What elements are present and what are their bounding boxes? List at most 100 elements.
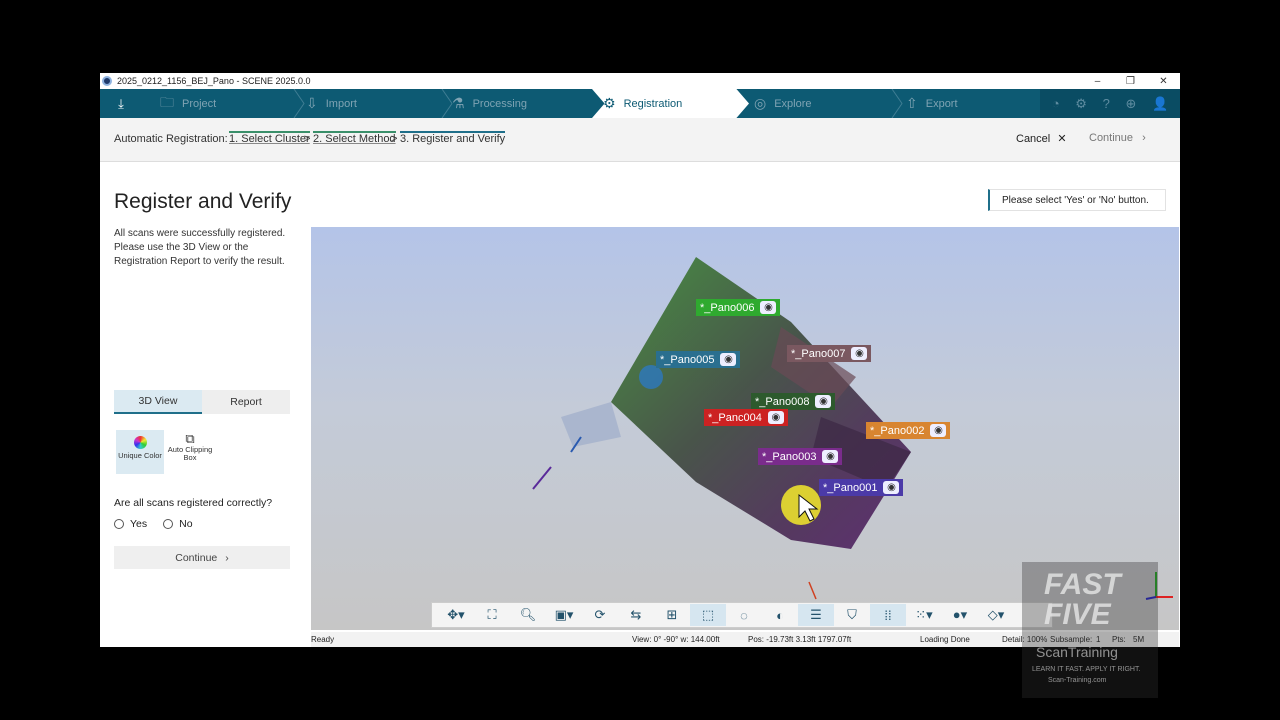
tab-3d-view[interactable]: 3D View (114, 390, 202, 414)
breadcrumb-separator: > (391, 133, 398, 145)
breadcrumb-lead: Automatic Registration: (114, 133, 228, 145)
layers-icon[interactable]: ☰ (798, 604, 834, 626)
chevron-right-icon: › (225, 551, 229, 564)
scan-label-pano008[interactable]: *_Pano008 ◉ (751, 393, 836, 410)
network-icon[interactable]: ⊕ (1125, 96, 1136, 112)
clipping-box-icon: ⧉ (185, 431, 195, 446)
breadcrumb-select-method[interactable]: 2. Select Method (313, 131, 396, 145)
watermark-tagline: LEARN IT FAST. APPLY IT RIGHT. (1032, 666, 1141, 673)
minimize-button[interactable]: – (1081, 73, 1114, 89)
scan-label-panc004[interactable]: *_Panc004 ◉ (704, 409, 788, 426)
tab-explore[interactable]: ◎ Explore (754, 89, 812, 118)
auto-clipping-box-button[interactable]: ⧉ Auto Clipping Box (166, 430, 214, 474)
yes-radio[interactable] (114, 519, 124, 529)
unique-color-button[interactable]: Unique Color (116, 430, 164, 474)
status-ready: Ready (311, 635, 335, 644)
close-window-button[interactable]: ✕ (1147, 73, 1180, 89)
scan-label-pano006[interactable]: *_Pano006 ◉ (696, 299, 781, 316)
measure-icon[interactable]: ⊞ (654, 604, 690, 626)
progress-icon[interactable]: ◔ (1052, 96, 1060, 111)
status-position: Pos: -19.73ft 3.13ft 1797.07ft (748, 635, 852, 644)
gear-icon[interactable]: ⚙ (1075, 96, 1087, 112)
left-panel: Register and Verify All scans were succe… (100, 162, 310, 647)
move-icon[interactable]: ⇆ (618, 604, 654, 626)
eye-icon[interactable]: ◉ (760, 301, 777, 314)
step-separator (293, 89, 305, 118)
window-title: 2025_0212_1156_BEJ_Pano - SCENE 2025.0.0 (117, 76, 311, 86)
user-icon[interactable]: 👤 (1152, 96, 1168, 112)
scene-app-window: 2025_0212_1156_BEJ_Pano - SCENE 2025.0.0… (100, 73, 1180, 647)
scan-label-pano002[interactable]: *_Pano002 ◉ (866, 422, 951, 439)
rotate-icon[interactable]: ⟳ (582, 604, 618, 626)
registration-icon: ⚙ (603, 95, 616, 111)
split-view-icon[interactable]: ◐ (762, 604, 798, 626)
help-icon[interactable]: ? (1103, 96, 1110, 111)
cancel-button[interactable]: Cancel ✕ (1016, 132, 1067, 145)
scene-logo-icon (102, 76, 112, 86)
step-separator (891, 89, 903, 118)
workflow-utilities: ◔ ⚙ ? ⊕ 👤 (1040, 89, 1180, 118)
eye-icon[interactable]: ◉ (930, 424, 947, 437)
point-density-icon[interactable]: ⁙▾ (906, 604, 942, 626)
shield-icon[interactable]: ⛉ (834, 604, 870, 626)
eye-icon[interactable]: ◉ (815, 395, 832, 408)
breadcrumb-separator: > (304, 133, 311, 145)
explore-icon: ◎ (754, 95, 767, 111)
orbit-icon[interactable]: ◌ (726, 604, 762, 626)
step-separator (441, 89, 453, 118)
watermark-url: Scan-Training.com (1048, 677, 1107, 684)
eye-icon[interactable]: ◉ (851, 347, 868, 360)
clipping-box-icon[interactable]: ⬚ (690, 604, 726, 626)
page-title: Register and Verify (114, 190, 292, 213)
watermark-brand: ScanTraining (1036, 644, 1118, 660)
navigation-mode-icon[interactable]: ✥▾ (438, 604, 474, 626)
scan-label-pano003[interactable]: *_Pano003 ◉ (758, 448, 843, 465)
eye-icon[interactable]: ◉ (822, 450, 839, 463)
breadcrumb-select-cluster[interactable]: 1. Select Cluster (229, 131, 310, 145)
status-loading: Loading Done (920, 635, 970, 644)
watermark-title: FAST FIVE (1044, 568, 1121, 631)
yes-label[interactable]: Yes (130, 518, 147, 530)
shapes-icon[interactable]: ◇▾ (978, 604, 1014, 626)
scan-label-pano007[interactable]: *_Pano007 ◉ (787, 345, 872, 362)
top-continue-button[interactable]: Continue › (1089, 132, 1146, 144)
eye-icon[interactable]: ◉ (883, 481, 900, 494)
verify-question: Are all scans registered correctly? (114, 497, 273, 509)
fast-five-watermark: FAST FIVE ScanTraining LEARN IT FAST. AP… (1022, 562, 1158, 698)
verify-options: Yes No (114, 518, 193, 530)
import-icon: ⇩ (306, 95, 318, 111)
grid-icon[interactable]: ⁞⁞ (870, 604, 906, 626)
workflow-bar: ⤓ 🗀 Project ⇩ Import ⚗ Processing ⚙ Regi… (100, 89, 1180, 118)
selection-notice: Please select 'Yes' or 'No' button. (988, 189, 1166, 211)
eye-icon[interactable]: ◉ (767, 411, 784, 424)
breadcrumb-register-verify: 3. Register and Verify (400, 131, 506, 145)
export-icon: ⇧ (906, 95, 918, 111)
scan-label-pano001[interactable]: *_Pano001 ◉ (819, 479, 904, 496)
tab-report[interactable]: Report (202, 390, 290, 414)
download-icon[interactable]: ⤓ (100, 89, 142, 118)
close-icon: ✕ (1057, 133, 1067, 145)
zoom-icon[interactable]: 🔍︎ (510, 604, 546, 626)
eye-icon[interactable]: ◉ (720, 353, 737, 366)
view-cube-icon[interactable]: ▣▾ (546, 604, 582, 626)
restore-button[interactable]: ❐ (1114, 73, 1147, 89)
chevron-right-icon: › (1142, 132, 1146, 144)
tab-project[interactable]: 🗀 Project (160, 89, 216, 118)
tab-export[interactable]: ⇧ Export (906, 89, 958, 118)
tab-import[interactable]: ⇩ Import (306, 89, 357, 118)
view-toolbar: ✥▾ ⛶ 🔍︎ ▣▾ ⟳ ⇆ ⊞ ⬚ ◌ ◐ ☰ ⛉ ⁞⁞ ⁙▾ ●▾ ◇▾ (431, 602, 1053, 628)
no-radio[interactable] (163, 519, 174, 529)
status-view: View: 0° -90° w: 144.00ft (632, 635, 720, 644)
breadcrumb: Automatic Registration: 1. Select Cluste… (100, 118, 1180, 162)
color-wheel-icon (133, 436, 147, 449)
description-text: All scans were successfully registered. … (114, 228, 286, 267)
tab-processing[interactable]: ⚗ Processing (452, 89, 527, 118)
scan-label-pano005[interactable]: *_Pano005 ◉ (656, 351, 741, 368)
tab-registration[interactable]: ⚙ Registration (603, 89, 682, 118)
window-controls: – ❐ ✕ (1081, 73, 1180, 89)
zoom-extent-icon[interactable]: ⛶ (474, 604, 510, 626)
color-mode-icon[interactable]: ●▾ (942, 604, 978, 626)
continue-button[interactable]: Continue › (114, 546, 290, 569)
no-label[interactable]: No (179, 518, 192, 530)
folder-icon: 🗀 (160, 93, 174, 110)
